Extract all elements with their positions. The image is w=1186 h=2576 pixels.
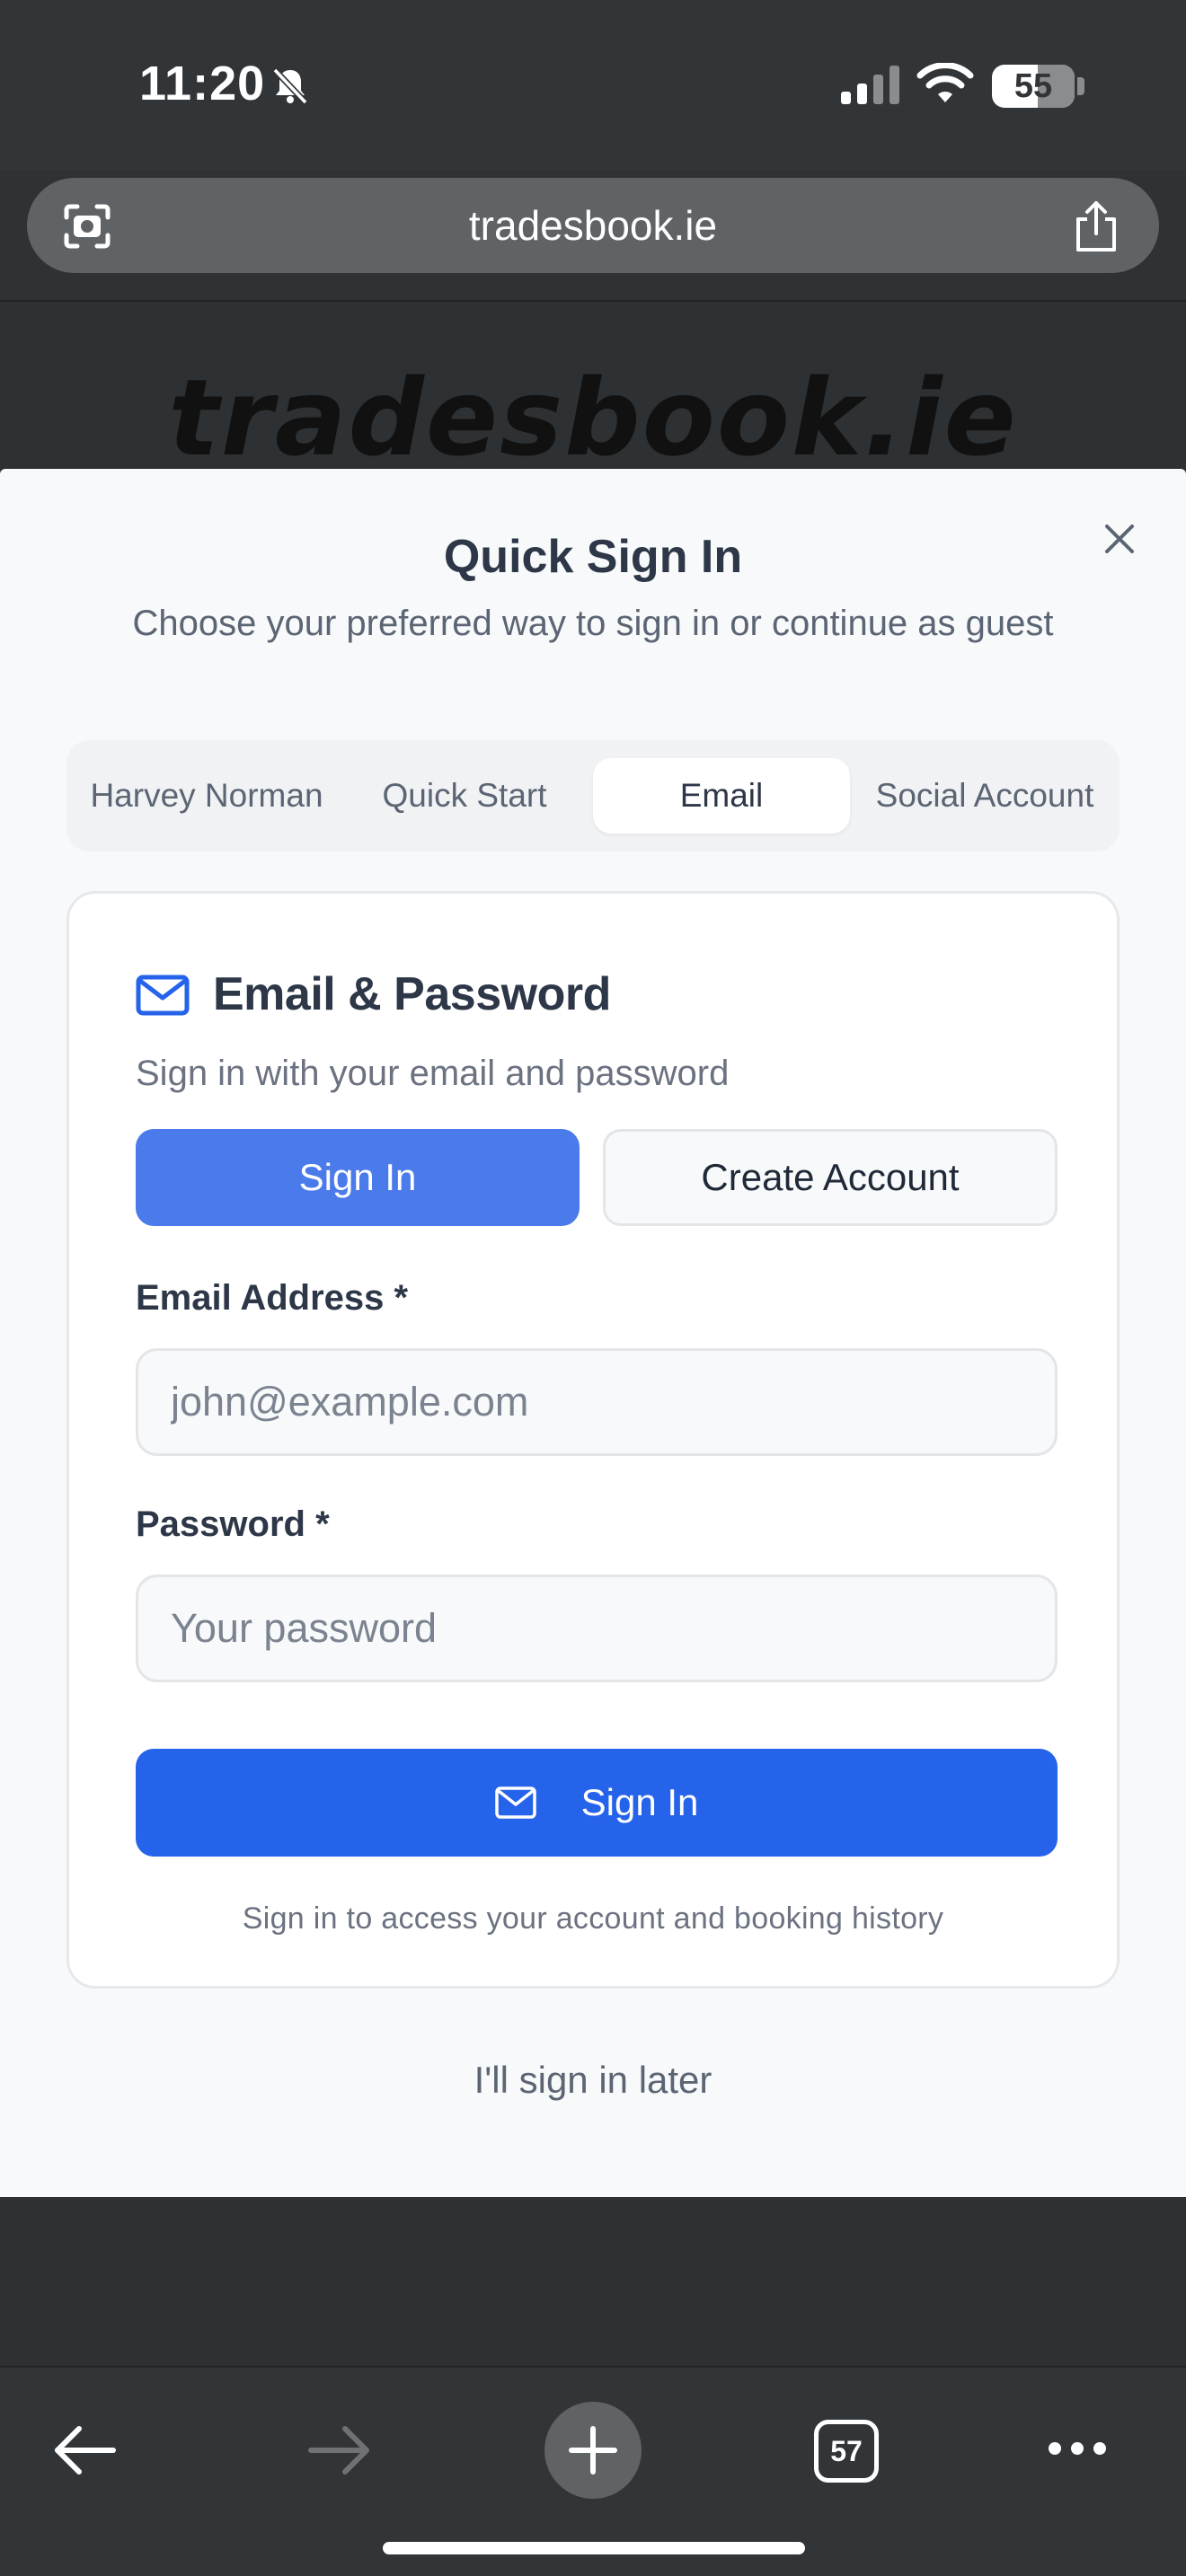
modal-subtitle: Choose your preferred way to sign in or … (132, 604, 1054, 643)
sign-in-method-tabs: Harvey Norman Quick Start Email Social A… (66, 740, 1120, 851)
card-footnote: Sign in to access your account and booki… (242, 1901, 944, 1936)
tab-switcher-button[interactable]: 57 (814, 2420, 879, 2483)
forward-arrow-icon[interactable] (305, 2423, 372, 2477)
status-bar: 11:20 55 (0, 0, 1186, 171)
page-header: tradesbook.ie (0, 302, 1186, 469)
new-tab-button[interactable] (544, 2402, 642, 2499)
status-time: 11:20 (139, 57, 266, 110)
password-label-text: Password (136, 1504, 305, 1544)
sign-in-modal: Quick Sign In Choose your preferred way … (0, 469, 1186, 2197)
back-arrow-icon[interactable] (52, 2423, 119, 2477)
required-marker: * (394, 1278, 409, 1318)
mail-icon (494, 1786, 536, 1819)
sign-in-submit-button[interactable]: Sign In (136, 1749, 1058, 1857)
sign-in-later-link[interactable]: I'll sign in later (0, 2059, 1186, 2102)
address-bar[interactable]: tradesbook.ie (27, 178, 1159, 273)
battery-level: 55 (1013, 66, 1053, 105)
tab-social-account[interactable]: Social Account (850, 758, 1120, 834)
share-icon[interactable] (1071, 199, 1121, 253)
tab-harvey-norman[interactable]: Harvey Norman (66, 758, 347, 834)
more-icon[interactable] (1046, 2438, 1109, 2459)
sign-in-mode-button[interactable]: Sign In (136, 1129, 580, 1226)
create-account-mode-button[interactable]: Create Account (603, 1129, 1058, 1226)
email-sign-in-card: Email & Password Sign in with your email… (66, 891, 1120, 1989)
signal-icon (841, 66, 899, 104)
home-indicator (383, 2542, 805, 2554)
email-label-text: Email Address (136, 1278, 385, 1318)
battery-indicator: 55 (992, 65, 1075, 108)
card-subtitle: Sign in with your email and password (136, 1054, 730, 1093)
password-field[interactable] (136, 1575, 1058, 1682)
site-logo: tradesbook.ie (168, 356, 1018, 469)
password-label: Password * (136, 1504, 330, 1545)
modal-title: Quick Sign In (443, 531, 743, 583)
battery-cap (1077, 77, 1084, 95)
page-backdrop (0, 2197, 1186, 2366)
card-title: Email & Password (213, 968, 611, 1020)
submit-label: Sign In (580, 1781, 699, 1823)
bell-slash-icon (272, 67, 308, 105)
email-label: Email Address * (136, 1278, 408, 1319)
tab-email[interactable]: Email (593, 758, 850, 834)
plus-icon (569, 2426, 617, 2475)
mail-icon (136, 975, 190, 1016)
email-field[interactable] (136, 1348, 1058, 1456)
required-marker: * (315, 1504, 330, 1544)
tab-quick-start[interactable]: Quick Start (336, 758, 593, 834)
url-text[interactable]: tradesbook.ie (27, 178, 1159, 273)
wifi-icon (916, 63, 974, 102)
